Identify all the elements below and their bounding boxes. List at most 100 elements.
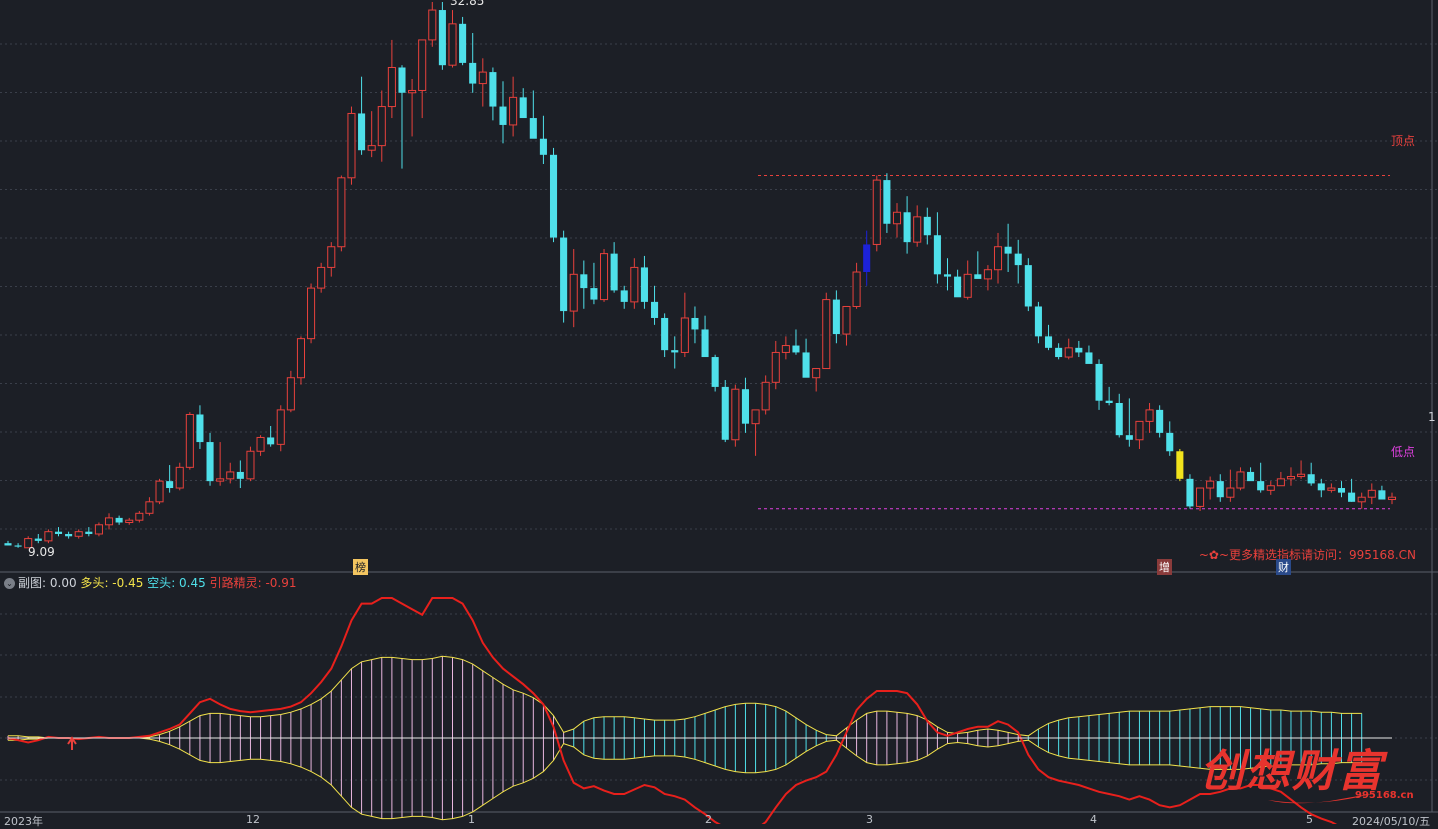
x-tick: 2024/05/10/五: [1352, 815, 1431, 828]
candle-body: [954, 276, 962, 298]
low-point-label: 低点: [1391, 445, 1416, 459]
candle-body: [216, 478, 225, 482]
candle-body: [1357, 496, 1366, 503]
candle-body: [166, 481, 174, 489]
collapse-icon[interactable]: ⌄: [4, 578, 15, 589]
candle-body: [883, 180, 891, 224]
candle-body: [276, 409, 285, 445]
candle-body: [1044, 336, 1053, 348]
candle-body: [802, 352, 810, 378]
candle-body: [832, 299, 840, 335]
candle-body: [1135, 420, 1144, 441]
top-point-label: 顶点: [1391, 134, 1416, 148]
candle-body: [680, 317, 689, 353]
candle-body: [1276, 478, 1285, 487]
candle-body: [1095, 363, 1103, 401]
candle-body: [1186, 478, 1194, 507]
candle-body: [903, 212, 911, 243]
candle-body: [519, 97, 527, 119]
candle-body: [327, 246, 336, 268]
candle-body: [721, 386, 729, 440]
candle-body: [812, 368, 821, 379]
promo-link[interactable]: ~✿~更多精选指标请访问：995168.CN: [1199, 546, 1416, 563]
tag-cai[interactable]: 财: [1276, 559, 1291, 575]
candle-body: [4, 543, 12, 546]
kong-label: 空头: [147, 576, 172, 590]
candle-body: [1166, 432, 1174, 452]
candle-body: [337, 177, 346, 248]
candle-body: [1236, 471, 1245, 489]
candle-body: [590, 288, 598, 300]
candle-body: [671, 350, 679, 353]
candle-body: [256, 436, 265, 452]
candle-body: [347, 112, 356, 179]
candle-body: [1014, 253, 1022, 266]
candle-body: [185, 413, 194, 468]
candle-body: [1348, 492, 1356, 502]
candle-body: [842, 305, 851, 335]
x-tick: 3: [866, 813, 873, 826]
buy-arrow-icon: [67, 736, 77, 750]
candle-body: [1075, 347, 1083, 353]
sub-label: 副图: [18, 576, 43, 590]
candle-body: [1085, 352, 1093, 364]
candle-body: [822, 299, 831, 370]
candle-body: [1034, 306, 1042, 337]
candle-body: [1226, 487, 1235, 498]
candle-body: [913, 216, 922, 243]
candle-body: [499, 106, 507, 125]
stock-chart[interactable]: [0, 0, 1438, 824]
candle-body: [993, 246, 1003, 271]
candle-body: [469, 62, 477, 84]
candle-body: [620, 290, 628, 302]
candle-body: [1266, 485, 1275, 491]
candle-body: [771, 351, 780, 383]
candle-body: [1125, 435, 1133, 440]
candle-body: [529, 118, 537, 139]
candle-body: [438, 10, 446, 66]
candle-body: [892, 211, 902, 225]
candle-body: [1004, 246, 1012, 254]
duo-value: : -0.45: [104, 576, 144, 590]
candle-body: [661, 317, 669, 351]
candle-body: [781, 345, 790, 353]
candle-body: [539, 138, 547, 155]
candle-body: [418, 39, 427, 91]
x-tick: 2023年: [4, 815, 43, 828]
candle-body: [85, 531, 93, 534]
candle-body: [863, 244, 871, 273]
x-tick: 5: [1306, 813, 1313, 826]
misc-marks: [67, 736, 1375, 804]
candle-body: [933, 235, 941, 275]
candle-body: [1327, 487, 1336, 491]
candle-body: [408, 89, 417, 94]
x-tick: 12: [246, 813, 260, 826]
candle-body: [872, 179, 881, 245]
candle-body: [761, 381, 770, 411]
candle-body: [145, 501, 154, 514]
tag-bang[interactable]: 榜: [353, 559, 368, 575]
indicator-lines: [7, 597, 1392, 824]
candle-body: [65, 533, 73, 537]
x-tick: 1: [468, 813, 475, 826]
candle-body: [428, 9, 437, 41]
candle-body: [44, 531, 53, 542]
candle-body: [135, 512, 144, 521]
candle-body: [630, 266, 639, 303]
duo-label: 多头: [80, 576, 105, 590]
tag-zeng[interactable]: 增: [1157, 559, 1172, 575]
candle-body: [317, 266, 326, 289]
candle-body: [1024, 265, 1032, 307]
sub-value: : 0.00: [42, 576, 77, 590]
candle-body: [1115, 402, 1123, 436]
candle-body: [1145, 409, 1154, 422]
candle-body: [115, 517, 123, 523]
candle-body: [296, 338, 305, 379]
candle-body: [599, 253, 609, 301]
candle-body: [478, 71, 487, 85]
candle-body: [125, 519, 134, 523]
candle-body: [246, 450, 255, 480]
x-tick: 4: [1090, 813, 1097, 826]
candle-body: [1247, 471, 1255, 482]
watermark-url: 995168.cn: [1355, 790, 1414, 801]
